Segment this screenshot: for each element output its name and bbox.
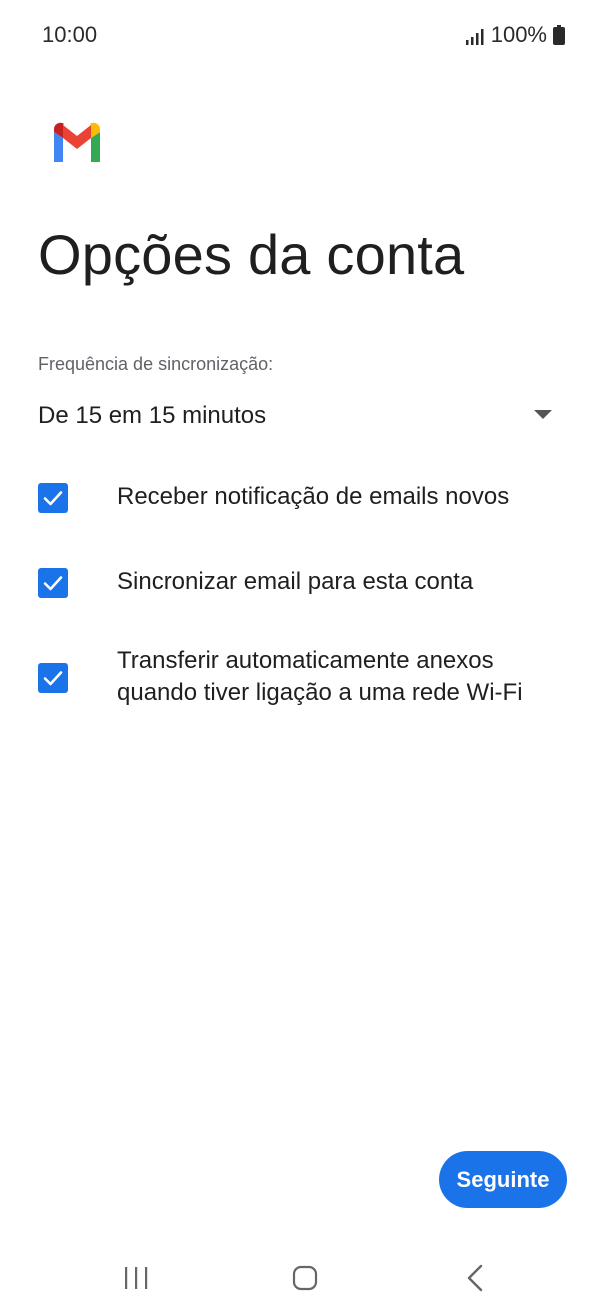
back-icon xyxy=(467,1264,483,1292)
status-time: 10:00 xyxy=(42,22,98,47)
recents-button[interactable] xyxy=(116,1258,156,1298)
option-auto-download-attachments[interactable]: Transferir automaticamente anexos quando… xyxy=(38,645,568,711)
option-label: Sincronizar email para esta conta xyxy=(117,568,474,595)
signal-icon xyxy=(465,26,485,45)
gmail-logo xyxy=(50,122,104,162)
option-sync-email[interactable]: Sincronizar email para esta conta xyxy=(38,566,568,600)
check-icon xyxy=(43,491,63,506)
sync-frequency-value: De 15 em 15 minutos xyxy=(38,402,267,429)
checkbox-auto-download-attachments[interactable] xyxy=(38,663,68,693)
next-button[interactable]: Seguinte xyxy=(439,1151,567,1208)
page-title: Opções da conta xyxy=(38,223,465,286)
battery-icon xyxy=(553,25,565,45)
option-new-email-notification[interactable]: Receber notificação de emails novos xyxy=(38,481,568,515)
status-indicators: 100% xyxy=(465,22,565,48)
option-label: Transferir automaticamente anexos quando… xyxy=(117,647,523,706)
dropdown-arrow-icon xyxy=(534,410,552,419)
checkbox-sync-email[interactable] xyxy=(38,568,68,598)
sync-frequency-dropdown[interactable]: De 15 em 15 minutos xyxy=(38,396,558,436)
navigation-bar xyxy=(0,1240,605,1312)
check-icon xyxy=(43,576,63,591)
option-label: Receber notificação de emails novos xyxy=(117,483,510,510)
check-icon xyxy=(43,671,63,686)
back-button[interactable] xyxy=(455,1258,495,1298)
recents-icon xyxy=(125,1267,148,1289)
home-button[interactable] xyxy=(285,1258,325,1298)
home-icon xyxy=(292,1265,318,1291)
sync-frequency-label: Frequência de sincronização: xyxy=(38,354,274,374)
checkbox-new-email-notification[interactable] xyxy=(38,483,68,513)
status-bar: 10:00 100% xyxy=(0,0,605,70)
battery-percent: 100% xyxy=(490,22,547,47)
